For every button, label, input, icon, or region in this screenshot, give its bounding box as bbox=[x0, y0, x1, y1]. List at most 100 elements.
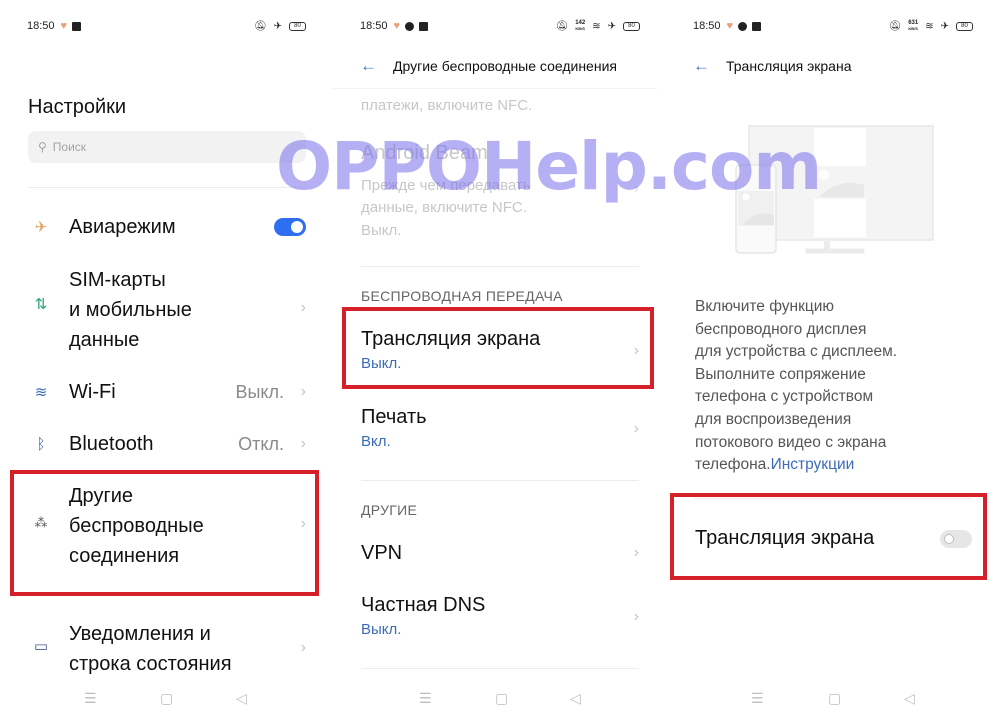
battery-icon: 80 bbox=[289, 21, 306, 31]
settings-item-bluetooth[interactable]: ᛒ Bluetooth Откл. › bbox=[0, 429, 333, 459]
divider bbox=[361, 480, 639, 481]
highlight-box bbox=[670, 493, 987, 580]
search-icon: ⚲ bbox=[38, 140, 47, 154]
chevron-right-icon: › bbox=[633, 608, 639, 625]
item-label: Авиарежим bbox=[69, 216, 176, 238]
section-header: ДРУГИЕ bbox=[361, 502, 418, 518]
header-divider bbox=[333, 88, 657, 89]
list-item-print[interactable]: Печать Вкл. bbox=[361, 403, 641, 453]
chevron-right-icon: › bbox=[633, 420, 639, 437]
chevron-right-icon: › bbox=[633, 544, 639, 561]
mute-icon: 🔕︎ bbox=[888, 20, 902, 32]
bluetooth-icon: ᛒ bbox=[36, 435, 46, 453]
item-label: Частная DNS bbox=[361, 594, 486, 616]
back-arrow-icon[interactable]: ← bbox=[360, 56, 377, 76]
home-icon[interactable]: ▢ bbox=[495, 690, 508, 707]
back-icon[interactable]: ◁ bbox=[904, 690, 915, 707]
status-bar: 18:50 ♥ 🔕︎ 631 KB/S ≋ ✈ 80 bbox=[693, 18, 973, 34]
settings-panel: 18:50 ♥ 🔕︎ ✈ 80 Настройки ⚲ Поиск ✈ Авиа… bbox=[0, 0, 333, 726]
status-bar: 18:50 ♥ 🔕︎ 142 KB/S ≋ ✈ 80 bbox=[360, 18, 640, 34]
divider bbox=[28, 187, 306, 188]
item-value: Выкл. bbox=[361, 621, 402, 638]
description-line: Выполните сопряжение bbox=[695, 365, 866, 383]
back-icon[interactable]: ◁ bbox=[236, 690, 247, 707]
back-arrow-icon[interactable]: ← bbox=[693, 56, 710, 76]
search-input[interactable]: ⚲ Поиск bbox=[28, 131, 306, 163]
menu-icon[interactable]: ☰ bbox=[751, 690, 764, 707]
circle-icon bbox=[405, 21, 415, 31]
airplane-icon: ✈ bbox=[940, 20, 949, 32]
divider bbox=[361, 266, 639, 267]
chevron-right-icon: › bbox=[300, 639, 306, 656]
item-label: Уведомления и строка состояния bbox=[69, 623, 232, 675]
battery-icon: 80 bbox=[623, 21, 640, 31]
chevron-right-icon: › bbox=[300, 383, 306, 400]
screen-cast-illustration bbox=[735, 125, 934, 254]
settings-item-sim[interactable]: ⇅ SIM-карты и мобильные данные › bbox=[0, 265, 333, 355]
heart-icon: ♥ bbox=[60, 20, 68, 32]
screen-cast-panel: 18:50 ♥ 🔕︎ 631 KB/S ≋ ✈ 80 ← Трансляция э… bbox=[666, 0, 1000, 726]
highlight-box bbox=[10, 470, 319, 596]
settings-item-airplane[interactable]: ✈ Авиарежим bbox=[0, 212, 333, 242]
heart-icon: ♥ bbox=[393, 20, 401, 32]
airplane-toggle[interactable] bbox=[274, 218, 306, 236]
circle-icon bbox=[738, 21, 748, 31]
status-time: 18:50 bbox=[360, 20, 388, 32]
home-icon[interactable]: ▢ bbox=[828, 690, 841, 707]
instructions-link[interactable]: Инструкции bbox=[771, 456, 855, 473]
list-item-vpn[interactable]: VPN bbox=[361, 539, 641, 567]
nav-bar: ☰ ▢ ◁ bbox=[333, 690, 657, 710]
android-beam-desc: Прежде чем передавать bbox=[361, 177, 531, 194]
list-item-private-dns[interactable]: Частная DNS Выкл. bbox=[361, 591, 641, 641]
item-label: Wi-Fi bbox=[69, 381, 116, 403]
nav-bar: ☰ ▢ ◁ bbox=[666, 690, 1000, 710]
airplane-icon: ✈ bbox=[34, 219, 48, 236]
item-label: Bluetooth bbox=[69, 433, 154, 455]
net-speed-unit: KB/S bbox=[908, 26, 918, 31]
airplane-icon: ✈ bbox=[273, 20, 282, 32]
item-label: Печать bbox=[361, 406, 427, 428]
description-line: беспроводного дисплея bbox=[695, 320, 867, 338]
chevron-right-icon: › bbox=[633, 180, 639, 197]
screen-cast-description: Включите функцию беспроводного дисплея д… bbox=[695, 296, 965, 477]
description-line: для устройства с дисплеем. bbox=[695, 343, 898, 361]
chevron-right-icon: › bbox=[300, 299, 306, 316]
search-placeholder: Поиск bbox=[52, 140, 87, 154]
android-beam-value: Выкл. bbox=[361, 222, 402, 239]
item-value: Откл. bbox=[238, 433, 284, 454]
menu-icon[interactable]: ☰ bbox=[419, 690, 432, 707]
notifications-icon: ▭ bbox=[33, 638, 49, 655]
description-line: Включите функцию bbox=[695, 298, 835, 315]
chevron-right-icon: › bbox=[300, 435, 306, 452]
highlight-box bbox=[342, 307, 654, 389]
wifi-icon: ≋ bbox=[592, 20, 601, 32]
app-icon bbox=[72, 21, 82, 31]
settings-item-notifications[interactable]: ▭ Уведомления и строка состояния › bbox=[0, 619, 333, 679]
item-value: Вкл. bbox=[361, 433, 391, 450]
mute-icon: 🔕︎ bbox=[555, 20, 569, 32]
wifi-icon: ≋ bbox=[34, 384, 48, 401]
android-beam-title: Android Beam bbox=[361, 142, 488, 164]
wifi-icon: ≋ bbox=[925, 20, 934, 32]
item-label: SIM-карты и мобильные данные bbox=[69, 269, 192, 351]
nfc-description: платежи, включите NFC. bbox=[361, 97, 533, 114]
app-icon bbox=[752, 21, 762, 31]
section-header: БЕСПРОВОДНАЯ ПЕРЕДАЧА bbox=[361, 288, 563, 304]
app-icon bbox=[419, 21, 429, 31]
page-title: Настройки bbox=[28, 96, 127, 118]
item-value: Выкл. bbox=[235, 381, 284, 402]
description-line: для воспроизведения bbox=[695, 410, 852, 428]
net-speed: 142 KB/S bbox=[575, 20, 585, 32]
mute-icon: 🔕︎ bbox=[253, 20, 267, 32]
description-line: телефона. bbox=[695, 456, 771, 474]
back-icon[interactable]: ◁ bbox=[570, 690, 581, 707]
status-bar: 18:50 ♥ 🔕︎ ✈ 80 bbox=[27, 18, 306, 34]
mobile-data-icon: ⇅ bbox=[34, 296, 48, 313]
page-title: Трансляция экрана bbox=[726, 58, 852, 74]
menu-icon[interactable]: ☰ bbox=[84, 690, 97, 707]
description-line: потокового видео с экрана bbox=[695, 433, 887, 451]
settings-item-wifi[interactable]: ≋ Wi-Fi Выкл. › bbox=[0, 377, 333, 407]
nav-bar: ☰ ▢ ◁ bbox=[0, 690, 333, 710]
home-icon[interactable]: ▢ bbox=[160, 690, 173, 707]
status-time: 18:50 bbox=[27, 20, 55, 32]
